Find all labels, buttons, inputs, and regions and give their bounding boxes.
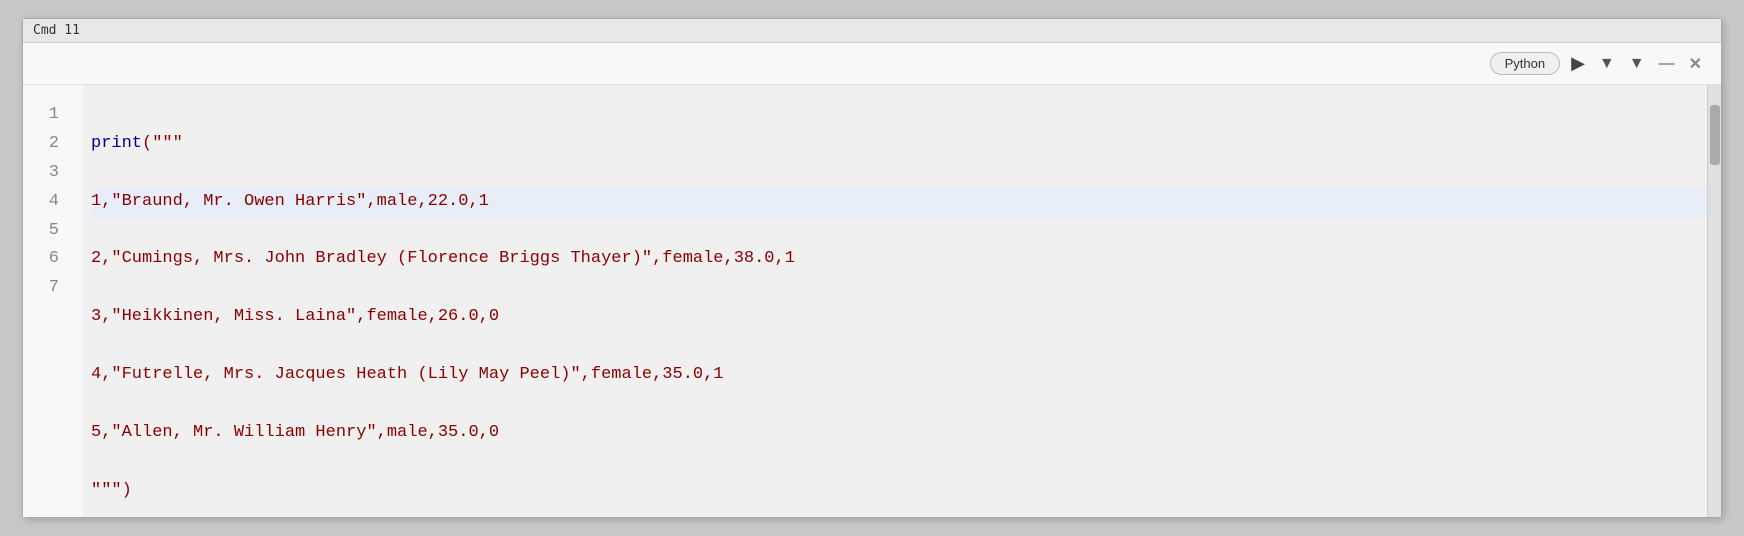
line-num-7: 7 <box>23 274 67 303</box>
line-num-3: 3 <box>23 159 67 188</box>
title-label: Cmd 11 <box>33 23 80 38</box>
line-num-2: 2 <box>23 130 67 159</box>
line-numbers: 1 2 3 4 5 6 7 <box>23 85 83 517</box>
code-line-5: 4,"Futrelle, Mrs. Jacques Heath (Lily Ma… <box>91 361 1707 390</box>
line-num-5: 5 <box>23 217 67 246</box>
run-icon[interactable]: ▶ <box>1568 51 1588 76</box>
code-line-4: 3,"Heikkinen, Miss. Laina",female,26.0,0 <box>91 303 1707 332</box>
close-icon[interactable]: ✕ <box>1686 52 1705 76</box>
scroll-down-icon[interactable]: ▼ <box>1626 53 1648 75</box>
dropdown-icon[interactable]: ▼ <box>1596 53 1618 75</box>
code-window: Cmd 11 Python ▶ ▼ ▼ — ✕ 1 2 3 4 5 6 7 pr… <box>22 18 1722 518</box>
code-line-2: 1,"Braund, Mr. Owen Harris",male,22.0,1 <box>91 188 1707 217</box>
scrollbar-thumb[interactable] <box>1710 105 1720 165</box>
code-line-6: 5,"Allen, Mr. William Henry",male,35.0,0 <box>91 419 1707 448</box>
scrollbar[interactable] <box>1707 85 1721 517</box>
code-editor[interactable]: print(""" 1,"Braund, Mr. Owen Harris",ma… <box>83 85 1707 517</box>
line-num-4: 4 <box>23 188 67 217</box>
editor-area: 1 2 3 4 5 6 7 print(""" 1,"Braund, Mr. O… <box>23 85 1721 517</box>
language-button[interactable]: Python <box>1490 52 1560 75</box>
title-bar: Cmd 11 <box>23 19 1721 43</box>
code-line-1: print(""" <box>91 130 1707 159</box>
minimize-icon[interactable]: — <box>1656 53 1678 75</box>
toolbar: Python ▶ ▼ ▼ — ✕ <box>23 43 1721 85</box>
code-line-3: 2,"Cumings, Mrs. John Bradley (Florence … <box>91 245 1707 274</box>
line-num-6: 6 <box>23 245 67 274</box>
code-line-7: """) <box>91 477 1707 506</box>
line-num-1: 1 <box>23 101 67 130</box>
